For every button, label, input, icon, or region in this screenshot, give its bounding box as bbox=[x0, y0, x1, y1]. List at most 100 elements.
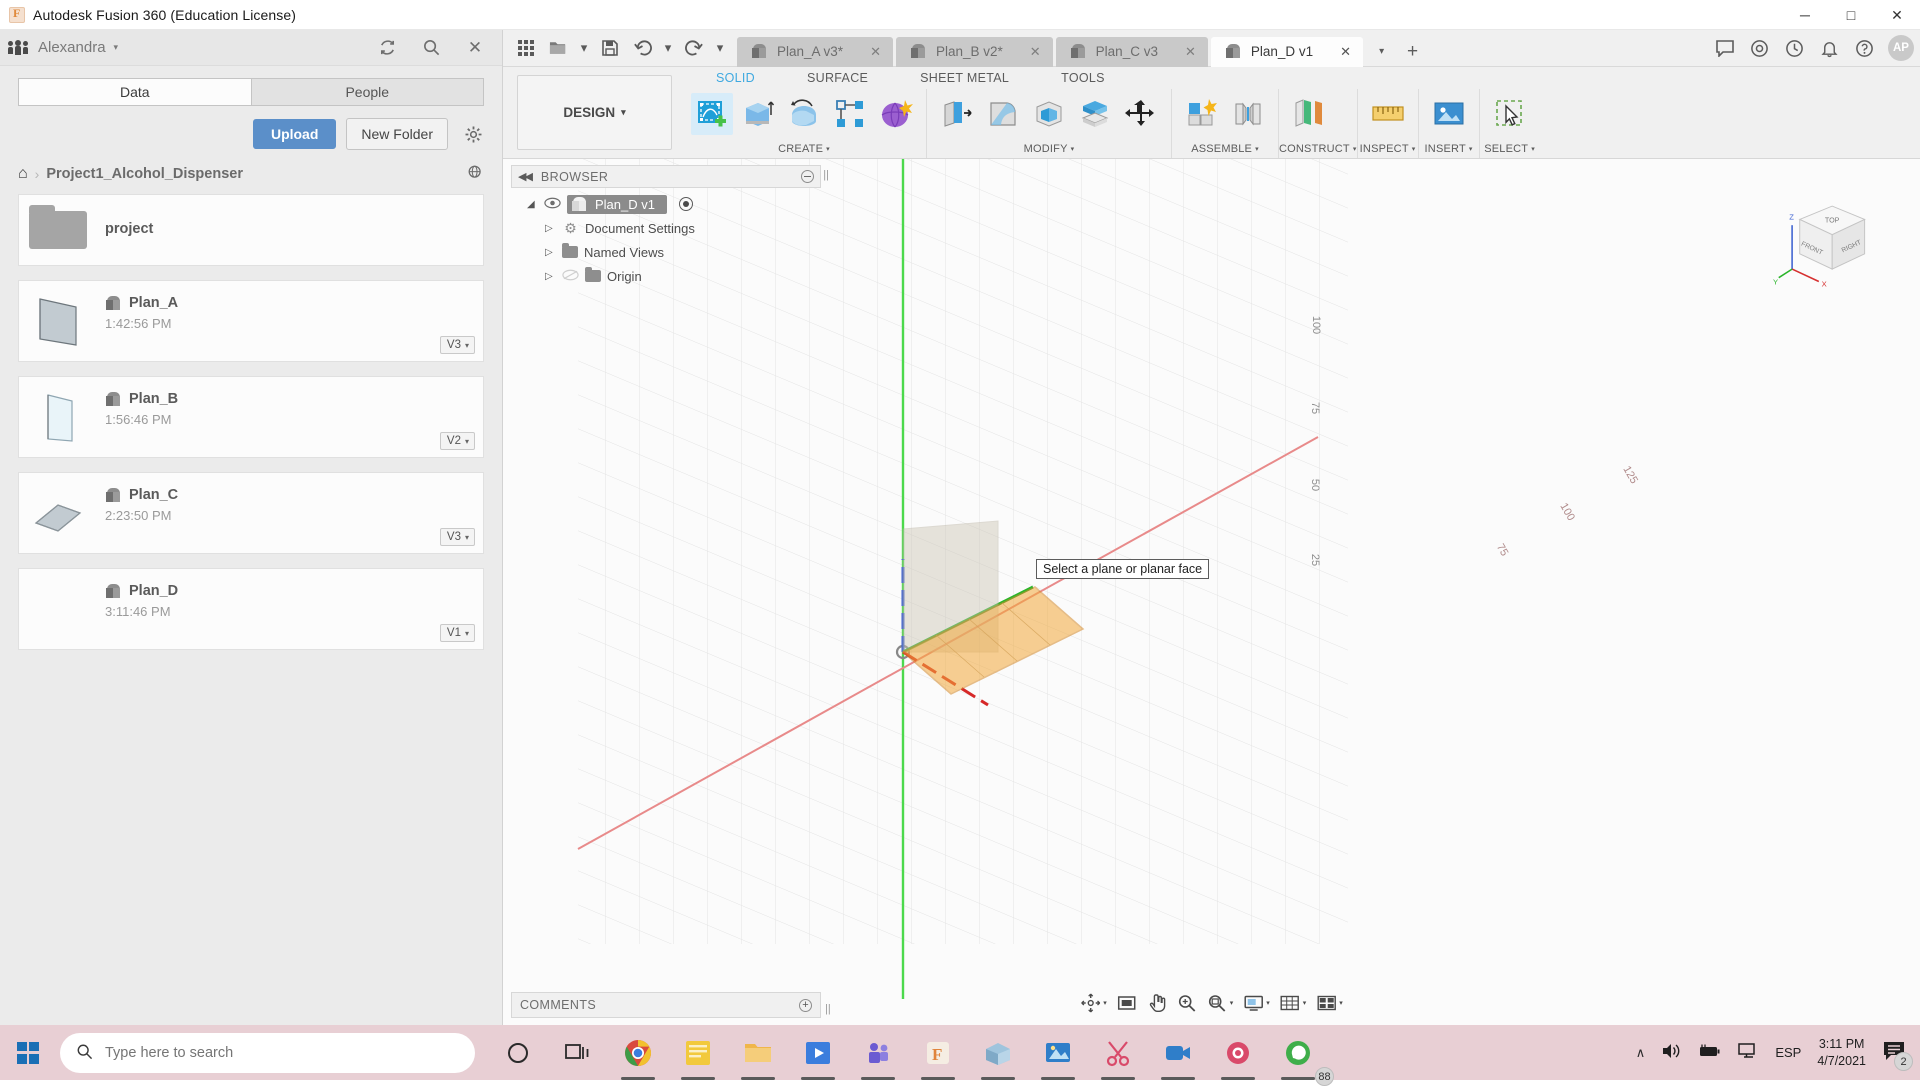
expand-triangle-icon[interactable]: ◢ bbox=[527, 199, 538, 210]
offset-face-icon[interactable] bbox=[1074, 93, 1116, 135]
panel-label-create[interactable]: CREATE ▾ bbox=[682, 139, 926, 158]
globe-icon[interactable] bbox=[467, 164, 484, 184]
joint-icon[interactable] bbox=[1227, 93, 1269, 135]
new-folder-button[interactable]: New Folder bbox=[346, 118, 448, 150]
task-view-icon[interactable] bbox=[549, 1025, 607, 1080]
doc-tab-plan-b[interactable]: Plan_B v2* ✕ bbox=[896, 37, 1053, 67]
whatsapp-icon[interactable]: 88 bbox=[1269, 1025, 1327, 1080]
action-center-icon[interactable]: 2 bbox=[1882, 1040, 1906, 1065]
close-icon[interactable]: ✕ bbox=[870, 44, 881, 60]
expand-triangle-icon[interactable]: ▷ bbox=[545, 247, 556, 258]
minimize-button[interactable]: ─ bbox=[1782, 0, 1828, 30]
list-item[interactable]: Plan_C 2:23:50 PM V3 ▾ bbox=[18, 472, 484, 554]
zoom-app-icon[interactable] bbox=[1149, 1025, 1207, 1080]
create-sketch-icon[interactable] bbox=[691, 93, 733, 135]
grid-apps-icon[interactable] bbox=[511, 34, 541, 62]
doc-tab-plan-a[interactable]: Plan_A v3* ✕ bbox=[737, 37, 893, 67]
upload-button[interactable]: Upload bbox=[253, 119, 336, 149]
shell-icon[interactable] bbox=[1028, 93, 1070, 135]
taskbar-clock[interactable]: 3:11 PM 4/7/2021 bbox=[1817, 1036, 1866, 1070]
refresh-icon[interactable] bbox=[376, 37, 398, 59]
close-icon[interactable]: ✕ bbox=[1340, 44, 1351, 60]
recent-icon[interactable] bbox=[1779, 33, 1810, 63]
tray-expand-chevron-icon[interactable]: ∧ bbox=[1636, 1045, 1646, 1061]
tree-item-plan-d[interactable]: ◢ Plan_D v1 bbox=[511, 192, 821, 216]
tab-overflow-icon[interactable]: ▾ bbox=[1366, 37, 1397, 67]
panel-resize-grip[interactable]: || bbox=[823, 169, 829, 181]
look-at-icon[interactable] bbox=[1113, 990, 1141, 1016]
expand-triangle-icon[interactable]: ▷ bbox=[545, 271, 556, 282]
activate-component-icon[interactable] bbox=[679, 197, 693, 211]
close-icon[interactable]: ✕ bbox=[1185, 44, 1196, 60]
fit-icon[interactable]: ▾ bbox=[1203, 990, 1238, 1016]
network-icon[interactable] bbox=[1737, 1042, 1759, 1063]
measure-icon[interactable] bbox=[1367, 93, 1409, 135]
tab-data[interactable]: Data bbox=[18, 78, 251, 106]
file-new-icon[interactable] bbox=[543, 34, 573, 62]
tree-item-selected[interactable]: Plan_D v1 bbox=[567, 195, 667, 214]
comments-panel[interactable]: COMMENTS + bbox=[511, 992, 821, 1018]
comments-resize-grip[interactable]: || bbox=[825, 1003, 831, 1015]
minimize-panel-icon[interactable] bbox=[801, 170, 814, 183]
panel-label-insert[interactable]: INSERT ▾ bbox=[1419, 139, 1479, 158]
panel-label-modify[interactable]: MODIFY ▾ bbox=[927, 139, 1171, 158]
avatar[interactable]: AP bbox=[1888, 35, 1914, 61]
list-item[interactable]: Plan_B 1:56:46 PM V2 ▾ bbox=[18, 376, 484, 458]
fillet-icon[interactable] bbox=[982, 93, 1024, 135]
tab-surface[interactable]: SURFACE bbox=[781, 71, 894, 85]
windows-start-icon[interactable] bbox=[0, 1025, 56, 1080]
taskbar-search[interactable] bbox=[60, 1033, 475, 1073]
panel-label-inspect[interactable]: INSPECT ▾ bbox=[1358, 139, 1418, 158]
doc-tab-plan-c[interactable]: Plan_C v3 ✕ bbox=[1056, 37, 1208, 67]
file-explorer-icon[interactable] bbox=[729, 1025, 787, 1080]
chevron-down-icon[interactable]: ▾ bbox=[575, 34, 593, 62]
panel-label-construct[interactable]: CONSTRUCT ▾ bbox=[1279, 139, 1357, 158]
comment-icon[interactable] bbox=[1709, 33, 1740, 63]
offset-plane-icon[interactable] bbox=[1288, 93, 1330, 135]
version-badge[interactable]: V2 ▾ bbox=[440, 432, 475, 450]
expand-triangle-icon[interactable]: ▷ bbox=[545, 223, 556, 234]
gear-icon[interactable] bbox=[462, 123, 484, 145]
collapse-panel-icon[interactable]: ◀◀ bbox=[518, 170, 531, 183]
search-input[interactable] bbox=[105, 1045, 459, 1061]
language-indicator[interactable]: ESP bbox=[1775, 1045, 1801, 1060]
viewport-canvas[interactable]: 100 75 50 25 125 100 75 ◀◀ BROWSER || ◢ bbox=[503, 159, 1920, 1026]
move-copy-icon[interactable] bbox=[1120, 93, 1162, 135]
chevron-down-icon[interactable]: ▾ bbox=[659, 34, 677, 62]
version-badge[interactable]: V3 ▾ bbox=[440, 336, 475, 354]
list-item[interactable]: Plan_D 3:11:46 PM V1 ▾ bbox=[18, 568, 484, 650]
home-icon[interactable]: ⌂ bbox=[18, 166, 28, 182]
close-button[interactable]: ✕ bbox=[1874, 0, 1920, 30]
press-pull-icon[interactable] bbox=[936, 93, 978, 135]
tree-item-origin[interactable]: ▷ Origin bbox=[511, 264, 821, 288]
version-badge[interactable]: V3 ▾ bbox=[440, 528, 475, 546]
teams-icon[interactable] bbox=[849, 1025, 907, 1080]
close-data-panel-icon[interactable]: ✕ bbox=[464, 37, 486, 59]
breadcrumb-project-name[interactable]: Project1_Alcohol_Dispenser bbox=[46, 166, 243, 182]
revolve-icon[interactable] bbox=[783, 93, 825, 135]
redo-icon[interactable] bbox=[679, 34, 709, 62]
zoom-icon[interactable] bbox=[1173, 990, 1201, 1016]
volume-icon[interactable] bbox=[1661, 1042, 1681, 1063]
orbit-icon[interactable]: ▾ bbox=[1076, 990, 1111, 1016]
notification-bell-icon[interactable] bbox=[1814, 33, 1845, 63]
tab-solid[interactable]: SOLID bbox=[690, 71, 781, 85]
chrome-icon[interactable] bbox=[609, 1025, 667, 1080]
battery-icon[interactable] bbox=[1697, 1043, 1721, 1062]
movies-tv-icon[interactable] bbox=[789, 1025, 847, 1080]
select-icon[interactable] bbox=[1489, 93, 1531, 135]
undo-icon[interactable] bbox=[627, 34, 657, 62]
version-badge[interactable]: V1 ▾ bbox=[440, 624, 475, 642]
pan-icon[interactable] bbox=[1143, 990, 1171, 1016]
maximize-button[interactable]: □ bbox=[1828, 0, 1874, 30]
pattern-icon[interactable] bbox=[829, 93, 871, 135]
chevron-down-icon[interactable]: ▾ bbox=[114, 42, 119, 53]
tab-people[interactable]: People bbox=[251, 78, 485, 106]
cad-app-icon[interactable] bbox=[969, 1025, 1027, 1080]
add-comment-icon[interactable]: + bbox=[799, 999, 812, 1012]
extrude-icon[interactable] bbox=[737, 93, 779, 135]
cortana-icon[interactable] bbox=[489, 1025, 547, 1080]
new-tab-button[interactable]: + bbox=[1397, 37, 1428, 67]
account-name[interactable]: Alexandra bbox=[38, 39, 106, 56]
insert-image-icon[interactable] bbox=[1428, 93, 1470, 135]
